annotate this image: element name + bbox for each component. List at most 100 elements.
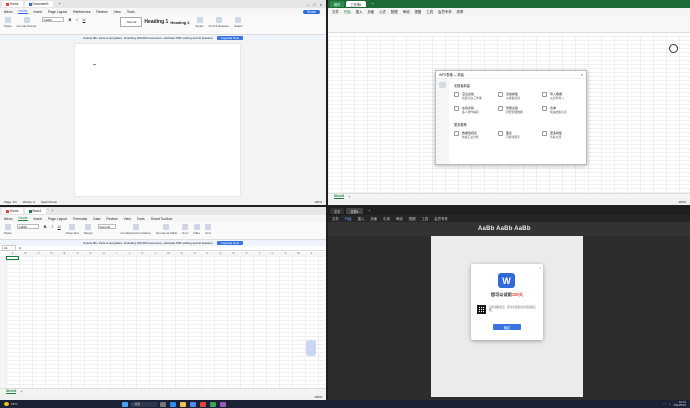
- wps-icon[interactable]: [200, 401, 206, 407]
- et-en-cell-grid[interactable]: [6, 256, 326, 388]
- style-heading-2[interactable]: Heading 2: [170, 17, 190, 27]
- zoom-level[interactable]: 100%: [314, 200, 322, 204]
- app-icon[interactable]: [220, 401, 226, 407]
- dialog-option[interactable]: 智能表格 轻松管理数据: [498, 106, 538, 114]
- assistant-icon[interactable]: [669, 44, 678, 53]
- style-heading-1[interactable]: Heading 1: [144, 17, 168, 27]
- select-button[interactable]: Select: [234, 17, 242, 28]
- menu-item[interactable]: Review: [96, 10, 107, 14]
- dialog-option[interactable]: 导入数据 从文件导入: [542, 92, 582, 100]
- menu-item[interactable]: Tools: [127, 10, 135, 14]
- document-page[interactable]: [75, 44, 240, 196]
- menu-item[interactable]: Insert: [34, 10, 42, 14]
- name-box[interactable]: A1: [2, 245, 16, 251]
- minimize-icon[interactable]: –: [307, 2, 309, 7]
- underline-button[interactable]: U: [83, 17, 86, 22]
- wps-cn-home-tab[interactable]: 文字: [330, 208, 345, 214]
- menu-item[interactable]: References: [73, 10, 90, 14]
- share-button[interactable]: Share: [302, 9, 320, 14]
- menu-item[interactable]: 审阅: [396, 216, 403, 221]
- menu-item[interactable]: Page Layout: [48, 10, 67, 14]
- menu-item[interactable]: 效率: [457, 9, 464, 14]
- menu-item[interactable]: 会员专享: [434, 216, 448, 221]
- spell-check[interactable]: Spell Check: [41, 200, 57, 204]
- menu-item[interactable]: 文件: [332, 216, 339, 221]
- maximize-icon[interactable]: □: [313, 2, 315, 7]
- zoom-level[interactable]: 100%: [678, 200, 686, 204]
- italic-button[interactable]: I: [76, 17, 77, 22]
- new-tab-button[interactable]: +: [55, 1, 65, 7]
- menu-item[interactable]: View: [114, 10, 121, 14]
- search-box[interactable]: ⌕ 搜索: [130, 401, 158, 407]
- menu-item[interactable]: Formulas: [73, 217, 87, 221]
- new-tab-button[interactable]: +: [48, 208, 58, 214]
- menu-item[interactable]: Review: [106, 217, 117, 221]
- volume-icon[interactable]: ◖: [669, 402, 671, 406]
- app-icon[interactable]: [210, 401, 216, 407]
- menu-item[interactable]: 会员专享: [438, 9, 452, 14]
- conditional-formatting-button[interactable]: Conditional Formatting: [121, 224, 151, 235]
- find-replace-button[interactable]: Find & Replace: [209, 17, 229, 28]
- add-sheet-button[interactable]: +: [20, 390, 22, 394]
- menu-item[interactable]: 页面: [367, 9, 374, 14]
- menu-item[interactable]: 视图: [409, 216, 416, 221]
- menu-item[interactable]: View: [124, 217, 131, 221]
- menu-item[interactable]: Tools: [137, 217, 145, 221]
- underline-button[interactable]: U: [58, 224, 61, 229]
- zoom-level[interactable]: 100%: [314, 395, 322, 399]
- new-tab-button[interactable]: +: [368, 1, 378, 7]
- upgrade-button[interactable]: Upgrade Now: [216, 36, 243, 40]
- browser-icon[interactable]: [170, 401, 176, 407]
- et-en-book-tab[interactable]: Book1: [24, 208, 46, 214]
- wrap-text-button[interactable]: Wrap Text: [66, 224, 79, 235]
- font-select[interactable]: Calibri: [16, 224, 39, 229]
- style-normal[interactable]: Normal: [120, 17, 143, 27]
- close-icon[interactable]: ×: [320, 2, 322, 7]
- menu-item-home[interactable]: 开始: [345, 216, 352, 221]
- start-icon[interactable]: [122, 401, 128, 407]
- floating-assistant-button[interactable]: [306, 340, 316, 356]
- bold-button[interactable]: B: [44, 224, 47, 229]
- dialog-option[interactable]: 空白表格 新建空白工作簿: [454, 92, 494, 100]
- store-icon[interactable]: [190, 401, 196, 407]
- paste-button[interactable]: Paste: [4, 17, 12, 28]
- add-sheet-button[interactable]: +: [348, 195, 350, 199]
- et-en-home-tab[interactable]: Home: [2, 208, 23, 214]
- menu-item[interactable]: Data: [93, 217, 100, 221]
- formula-input[interactable]: [24, 246, 326, 250]
- explorer-icon[interactable]: [180, 401, 186, 407]
- format-table-button[interactable]: Format as Table: [156, 224, 177, 235]
- dialog-close-icon[interactable]: ×: [581, 73, 583, 77]
- writer-doc-tab[interactable]: Document1: [24, 1, 53, 7]
- menu-item-home[interactable]: Home: [18, 216, 28, 221]
- menu-item[interactable]: 工具: [421, 216, 428, 221]
- menu-item[interactable]: Page Layout: [48, 217, 67, 221]
- et-book-tab[interactable]: 工作簿1: [346, 1, 366, 7]
- dialog-option[interactable]: 更多模板 查看全部: [542, 131, 582, 139]
- menu-item[interactable]: 工具: [426, 9, 433, 14]
- filter-button[interactable]: Filter: [193, 224, 200, 235]
- style-preview[interactable]: AaBb AaBb AaBb: [478, 226, 531, 232]
- menu-item[interactable]: 插入: [356, 9, 363, 14]
- menu-item[interactable]: 数据: [391, 9, 398, 14]
- bold-button[interactable]: B: [69, 17, 72, 22]
- task-view-icon[interactable]: [160, 401, 166, 407]
- menu-item[interactable]: 公式: [379, 9, 386, 14]
- wifi-icon[interactable]: ◠: [663, 402, 665, 406]
- new-tab-button[interactable]: +: [365, 208, 375, 214]
- dialog-option[interactable]: 数据透视表 快速汇总分析: [454, 131, 494, 139]
- home-icon[interactable]: [439, 82, 446, 88]
- menu-item-home[interactable]: 开始: [344, 9, 351, 14]
- menu-item[interactable]: 审阅: [403, 9, 410, 14]
- merge-button[interactable]: Merge: [84, 224, 93, 235]
- sort-button[interactable]: Sort: [205, 224, 211, 235]
- menu-item[interactable]: Menu: [4, 217, 12, 221]
- menu-item[interactable]: Smart Toolbox: [151, 217, 173, 221]
- active-cell[interactable]: [6, 256, 19, 260]
- clock[interactable]: 10:31 2024/5/16: [674, 401, 686, 407]
- upgrade-button[interactable]: Upgrade Now: [216, 241, 243, 245]
- dialog-option[interactable]: 表格模板 从模板新建: [498, 92, 538, 100]
- font-select[interactable]: Calibri: [41, 17, 64, 22]
- dialog-close-icon[interactable]: ×: [539, 265, 541, 270]
- italic-button[interactable]: I: [52, 224, 53, 229]
